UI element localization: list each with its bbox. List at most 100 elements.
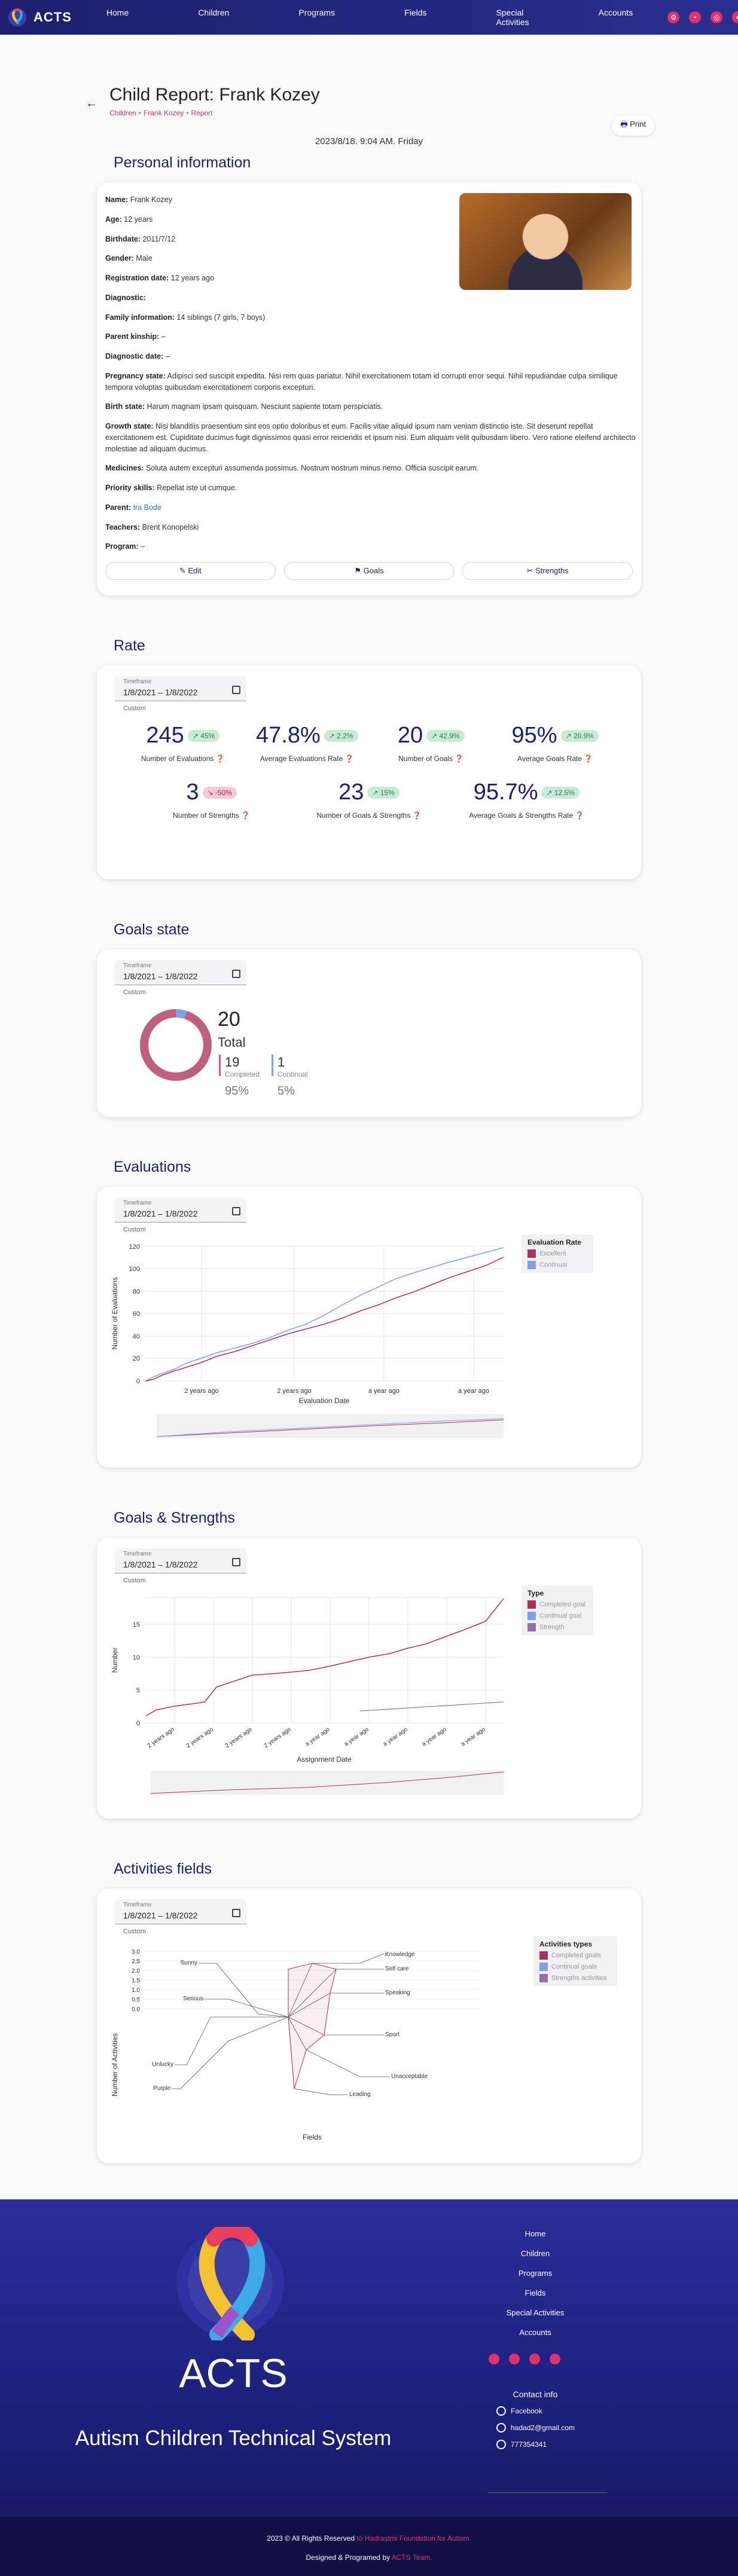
stat-caption: Number of Evaluations ❓ (141, 754, 225, 763)
goals-strengths-card: Timeframe 1/8/2021 – 1/8/2022 Custom 15 … (97, 1538, 641, 1819)
rate-card: Timeframe 1/8/2021 – 1/8/2022 Custom 245… (97, 665, 641, 879)
section-title-evaluations: Evaluations (114, 1159, 191, 1175)
y-tick: 1.5 (132, 1978, 140, 1984)
breadcrumb-child[interactable]: Frank Kozey (144, 109, 184, 117)
info-field-label: Pregnancy state: (105, 371, 166, 380)
help-icon[interactable]: ❓ (584, 754, 593, 763)
nav-link-programs[interactable]: Programs (264, 8, 370, 27)
help-icon[interactable]: ❓ (345, 754, 354, 763)
legend-item-continual[interactable]: Continual (527, 1261, 587, 1269)
rate-stat: 95.7% ↗ 12.5% Average Goals & Strengths Ra… (448, 780, 605, 820)
facebook-icon (496, 2406, 506, 2416)
info-field-label: Name: (105, 195, 129, 204)
calendar-icon[interactable] (232, 1558, 240, 1566)
calendar-icon[interactable] (232, 970, 240, 978)
timeframe-field[interactable]: Timeframe 1/8/2021 – 1/8/2022 (115, 960, 246, 985)
timeframe-label: Timeframe (123, 1902, 152, 1908)
credits: Designed & Programed by ACTS Team. (306, 2553, 432, 2562)
contact-email[interactable]: hadad2@gmail.com (496, 2423, 575, 2433)
footer-link-accounts[interactable]: Accounts (466, 2328, 604, 2337)
contact-phone[interactable]: 777354341 (496, 2440, 575, 2449)
timeframe-custom: Custom (123, 989, 146, 996)
field-label: Speaking (385, 1990, 410, 1996)
help-icon[interactable]: ❓ (575, 811, 584, 820)
y-tick: 3.0 (132, 1949, 140, 1955)
rate-stat: 20 ↗ 42.9% Number of Goals ❓ (369, 723, 493, 763)
legend-item-completed-goal[interactable]: Completed goal (527, 1600, 587, 1609)
trend-badge: ↗ 12.5% (541, 786, 580, 799)
breadcrumb-children[interactable]: Children (109, 109, 136, 117)
nav-link-home[interactable]: Home (72, 8, 163, 27)
timeframe-label: Timeframe (123, 1551, 152, 1557)
footer-link-special-activities[interactable]: Special Activities (466, 2308, 604, 2317)
info-field-value: Brent Konopelski (142, 522, 199, 531)
timeframe-field[interactable]: Timeframe 1/8/2021 – 1/8/2022 (115, 1899, 246, 1924)
trend-badge: ↗ 15% (367, 786, 400, 799)
info-field: Gender: Male (105, 253, 440, 264)
legend-item-strength[interactable]: Strength (527, 1623, 587, 1631)
gear-icon[interactable]: ⚙ (667, 11, 680, 23)
timeframe-custom: Custom (123, 705, 146, 712)
stat-value: 3 (186, 780, 199, 805)
footer-link-children[interactable]: Children (466, 2249, 604, 2258)
info-field-value[interactable]: Ira Bode (133, 503, 161, 512)
field-leader-line (172, 2016, 289, 2089)
gear-icon[interactable] (489, 2354, 499, 2364)
calendar-icon[interactable] (232, 686, 240, 694)
calendar-icon[interactable] (232, 1909, 240, 1917)
child-photo (459, 193, 632, 290)
goals-button[interactable]: ⚑ Goals (283, 562, 455, 580)
nav-link-fields[interactable]: Fields (370, 8, 461, 27)
help-icon[interactable]: ❓ (241, 811, 250, 820)
legend-item-excellent[interactable]: Excellent (527, 1249, 587, 1258)
nav-link-children[interactable]: Children (163, 8, 264, 27)
timeframe-field[interactable]: Timeframe 1/8/2021 – 1/8/2022 (115, 1548, 246, 1573)
bell-icon[interactable]: • (689, 11, 702, 23)
strengths-button[interactable]: ✂ Strengths (462, 562, 633, 580)
breadcrumb-report: Report (191, 109, 213, 117)
legend-item-strengths-activities[interactable]: Strengths activities (539, 1974, 611, 1982)
info-field-label: Diagnostic date: (105, 352, 164, 360)
footer-link-programs[interactable]: Programs (466, 2269, 604, 2278)
timeframe-field[interactable]: Timeframe 1/8/2021 – 1/8/2022 (115, 676, 246, 701)
legend-item-completed-goals[interactable]: Completed goals (539, 1951, 611, 1960)
org-link[interactable]: to Hadrastmi Foundation for Autism. (356, 2534, 471, 2543)
info-field: Priority skills: Repellat iste ut cumque… (105, 482, 638, 494)
timeframe-label: Timeframe (123, 962, 152, 969)
bell-icon[interactable] (509, 2354, 520, 2364)
contact-facebook[interactable]: Facebook (496, 2406, 575, 2416)
user-icon[interactable] (550, 2354, 560, 2364)
user-icon[interactable]: ● (732, 11, 738, 23)
team-link[interactable]: ACTS Team. (392, 2553, 432, 2562)
phone-icon (496, 2440, 506, 2449)
stat-caption: Number of Strengths ❓ (173, 811, 251, 820)
footer-bottom-bar: 2023 © All Rights Reserved to Hadrastmi … (0, 2516, 738, 2576)
legend-item-continual-goal[interactable]: Continual goal (527, 1612, 587, 1620)
footer-link-fields[interactable]: Fields (466, 2288, 604, 2297)
x-tick: a year ago (368, 1388, 400, 1395)
goals-completed-pct: 95% (225, 1084, 249, 1098)
y-tick: 0 (136, 1378, 140, 1385)
legend-item-continual-goals[interactable]: Continual goals (539, 1963, 611, 1971)
print-button[interactable]: 🖶 Print (612, 115, 654, 136)
field-label: Purple (153, 2085, 170, 2092)
info-field: Diagnostic: (105, 292, 440, 304)
globe-icon[interactable] (529, 2354, 540, 2364)
help-icon[interactable]: ❓ (413, 811, 422, 820)
calendar-icon[interactable] (232, 1207, 240, 1215)
timeframe-field[interactable]: Timeframe 1/8/2021 – 1/8/2022 (115, 1197, 246, 1223)
back-arrow-icon[interactable]: ← (86, 97, 97, 111)
brand[interactable]: ACTS (7, 7, 72, 27)
nav-link-special-activities[interactable]: Special Activities (461, 8, 563, 27)
stat-caption: Number of Goals ❓ (398, 754, 464, 763)
info-field: Teachers: Brent Konopelski (105, 522, 638, 533)
info-field-label: Birth state: (105, 402, 145, 411)
nav-link-accounts[interactable]: Accounts (564, 8, 668, 27)
help-icon[interactable]: ❓ (216, 754, 225, 763)
help-icon[interactable]: ❓ (455, 754, 463, 763)
footer-link-home[interactable]: Home (466, 2229, 604, 2238)
edit-button[interactable]: ✎ Edit (105, 562, 276, 580)
field-label: Leading (349, 2091, 371, 2098)
timeframe-label: Timeframe (123, 1200, 152, 1206)
globe-icon[interactable]: ◎ (710, 11, 723, 23)
